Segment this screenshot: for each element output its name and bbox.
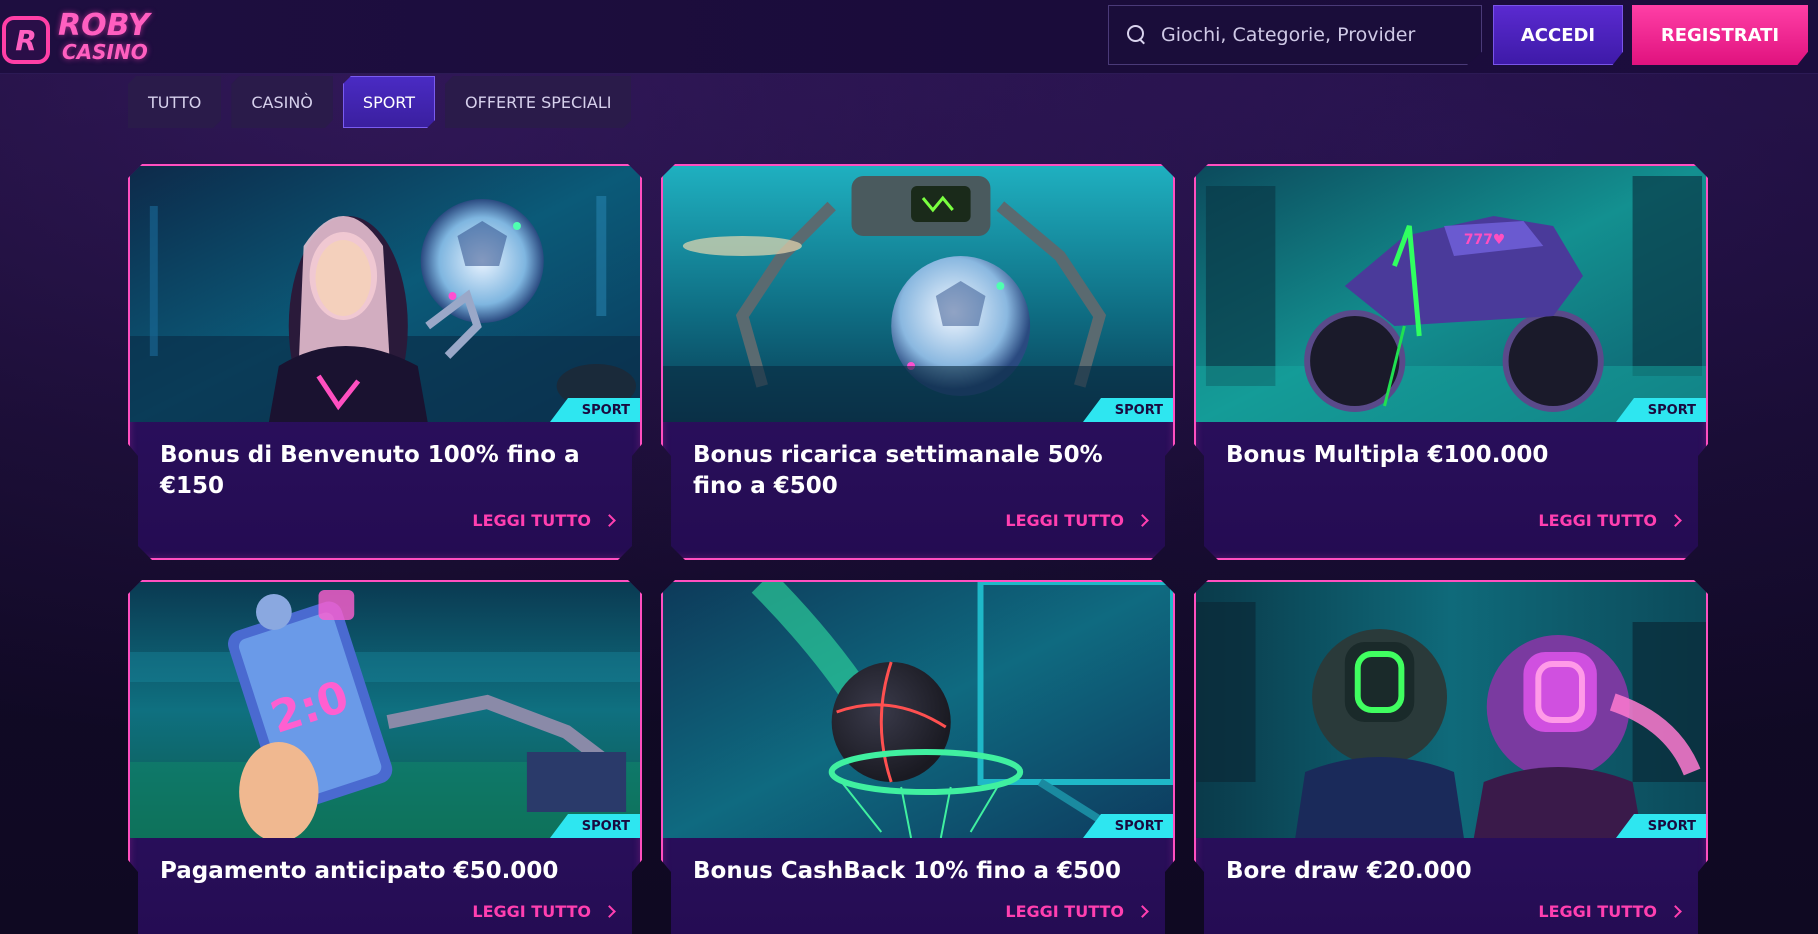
promo-title: Pagamento anticipato €50.000 — [160, 858, 559, 884]
chevron-right-icon — [1136, 905, 1149, 918]
chevron-right-icon — [1669, 905, 1682, 918]
top-header: R ROBY CASINO ACCEDI REGISTRATI — [0, 0, 1818, 74]
tab-tutto[interactable]: TUTTO — [128, 76, 221, 128]
promo-image-helmeted-riders — [1196, 582, 1706, 838]
tab-casino[interactable]: CASINÒ — [231, 76, 333, 128]
search-input[interactable] — [1161, 24, 1461, 46]
promo-title: Bonus Multipla €100.000 — [1226, 442, 1549, 468]
promo-card[interactable]: 2:0 SPORT Pagamento anticipato €50.000 L… — [128, 580, 642, 934]
roby-casino-logo[interactable]: R ROBY CASINO — [0, 6, 170, 68]
promo-card[interactable]: SPORT Bonus ricarica settimanale 50% fin… — [661, 164, 1175, 560]
promo-category-tabs: TUTTO CASINÒ SPORT OFFERTE SPECIALI — [128, 76, 631, 128]
chevron-right-icon — [603, 514, 616, 527]
promo-title: Bonus ricarica settimanale 50% fino a €5… — [693, 442, 1103, 499]
register-button[interactable]: REGISTRATI — [1632, 5, 1808, 65]
logo-mark-icon: R — [2, 16, 50, 64]
promo-card[interactable]: SPORT Bonus CashBack 10% fino a €500 LEG… — [661, 580, 1175, 934]
read-more-link[interactable]: LEGGI TUTTO — [1538, 511, 1680, 530]
login-button[interactable]: ACCEDI — [1493, 5, 1623, 65]
promo-card[interactable]: SPORT Bore draw €20.000 LEGGI TUTTO — [1194, 580, 1708, 934]
read-more-label: LEGGI TUTTO — [1005, 902, 1124, 921]
tab-offerte-speciali[interactable]: OFFERTE SPECIALI — [445, 76, 631, 128]
chevron-right-icon — [603, 905, 616, 918]
chevron-right-icon — [1136, 514, 1149, 527]
read-more-label: LEGGI TUTTO — [1538, 902, 1657, 921]
search-icon — [1127, 25, 1147, 45]
read-more-link[interactable]: LEGGI TUTTO — [1005, 902, 1147, 921]
logo-text-roby: ROBY — [58, 8, 150, 43]
read-more-link[interactable]: LEGGI TUTTO — [1005, 511, 1147, 530]
promo-image-neon-motorcycle: 777♥ — [1196, 166, 1706, 422]
svg-text:777♥: 777♥ — [1464, 232, 1505, 248]
read-more-link[interactable]: LEGGI TUTTO — [472, 511, 614, 530]
read-more-label: LEGGI TUTTO — [1538, 511, 1657, 530]
promo-image-basketball-hoop — [663, 582, 1173, 838]
promo-title: Bonus CashBack 10% fino a €500 — [693, 858, 1122, 884]
read-more-label: LEGGI TUTTO — [472, 902, 591, 921]
promo-card[interactable]: SPORT Bonus di Benvenuto 100% fino a €15… — [128, 164, 642, 560]
read-more-link[interactable]: LEGGI TUTTO — [1538, 902, 1680, 921]
search-box[interactable] — [1108, 5, 1482, 65]
tab-sport[interactable]: SPORT — [343, 76, 435, 128]
promo-image-phone-score: 2:0 — [130, 582, 640, 838]
promo-title: Bonus di Benvenuto 100% fino a €150 — [160, 442, 580, 499]
logo-text-casino: CASINO — [62, 40, 148, 64]
promo-image-cyber-woman — [130, 166, 640, 422]
chevron-right-icon — [1669, 514, 1682, 527]
read-more-link[interactable]: LEGGI TUTTO — [472, 902, 614, 921]
promo-image-robot-drone — [663, 166, 1173, 422]
promo-card[interactable]: 777♥ SPORT Bonus Multipla €100.000 LEGGI… — [1194, 164, 1708, 560]
read-more-label: LEGGI TUTTO — [472, 511, 591, 530]
promo-title: Bore draw €20.000 — [1226, 858, 1472, 884]
read-more-label: LEGGI TUTTO — [1005, 511, 1124, 530]
